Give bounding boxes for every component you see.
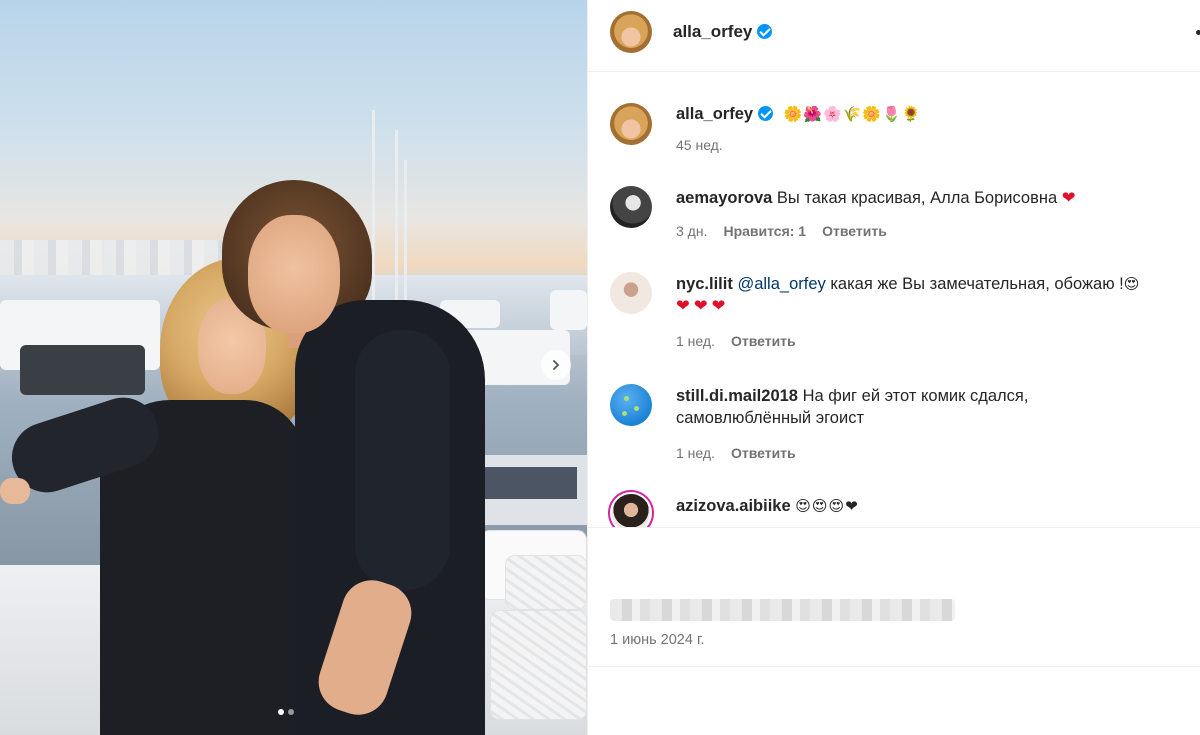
- post-header: alla_orfey: [588, 0, 1200, 72]
- comment-likes[interactable]: Нравится: 1: [723, 223, 806, 239]
- comment-emoji: 😍😍😍❤: [795, 497, 859, 515]
- comment-username[interactable]: nyc.lilit: [676, 275, 733, 293]
- comment-emoji: 😍: [1123, 275, 1141, 293]
- comment-username[interactable]: aemayorova: [676, 189, 772, 207]
- next-slide-button[interactable]: [541, 350, 571, 380]
- more-options-icon[interactable]: [1196, 30, 1200, 35]
- caption-username[interactable]: alla_orfey: [676, 105, 753, 123]
- commenter-avatar[interactable]: [610, 186, 652, 228]
- verified-badge-icon: [757, 24, 773, 39]
- boat-mast: [372, 110, 375, 300]
- caption-text: 🌼🌺🌸🌾🌼🌷🌻: [783, 105, 922, 123]
- man-face: [248, 215, 340, 333]
- comment-mention[interactable]: @alla_orfey: [737, 275, 825, 293]
- comments-list[interactable]: alla_orfey 🌼🌺🌸🌾🌼🌷🌻 45 нед. aemayorova Вы…: [588, 73, 1200, 527]
- yacht-cabin: [20, 345, 145, 395]
- comment-emoji: ❤: [1061, 188, 1076, 207]
- reply-button[interactable]: Ответить: [731, 445, 796, 461]
- author-avatar[interactable]: [610, 103, 652, 145]
- post-footer: 1 июнь 2024 г.: [588, 527, 1200, 667]
- post-photo[interactable]: [0, 0, 587, 735]
- chevron-right-icon: [553, 360, 560, 370]
- author-avatar[interactable]: [610, 11, 652, 53]
- slide-dot: [288, 709, 294, 715]
- comment-emoji-line2: ❤❤❤: [676, 296, 730, 315]
- comment-username[interactable]: azizova.aibiike: [676, 497, 791, 515]
- comment-text: Вы такая красивая, Алла Борисовна: [776, 189, 1058, 207]
- comment-text: какая же Вы замечательная, обожаю !: [830, 275, 1124, 293]
- man-arm: [355, 330, 450, 590]
- commenter-avatar-story[interactable]: [608, 490, 654, 527]
- author-username[interactable]: alla_orfey: [673, 22, 752, 41]
- reply-button[interactable]: Ответить: [822, 223, 887, 239]
- post-date[interactable]: 1 июнь 2024 г.: [610, 632, 705, 648]
- caption-time[interactable]: 45 нед.: [676, 137, 723, 153]
- verified-badge-icon: [758, 106, 774, 121]
- reply-button[interactable]: Ответить: [731, 333, 796, 349]
- slide-indicator: [278, 709, 294, 715]
- cushion: [505, 555, 587, 610]
- woman-hand: [0, 478, 30, 504]
- comment-time[interactable]: 1 нед.: [676, 445, 715, 461]
- yacht: [550, 290, 587, 330]
- comment-time[interactable]: 1 нед.: [676, 333, 715, 349]
- post-side-panel: alla_orfey alla_orfey 🌼🌺🌸🌾🌼🌷🌻 45 нед. ae…: [587, 0, 1200, 735]
- slide-dot-active: [278, 709, 284, 715]
- commenter-avatar[interactable]: [610, 384, 652, 426]
- blurred-likes-line: [610, 599, 955, 621]
- cushion: [490, 610, 587, 720]
- comment-time[interactable]: 3 дн.: [676, 223, 707, 239]
- comment-username[interactable]: still.di.mail2018: [676, 387, 798, 405]
- commenter-avatar[interactable]: [610, 272, 652, 314]
- boat-mast: [395, 130, 398, 300]
- boat-mast: [404, 160, 407, 300]
